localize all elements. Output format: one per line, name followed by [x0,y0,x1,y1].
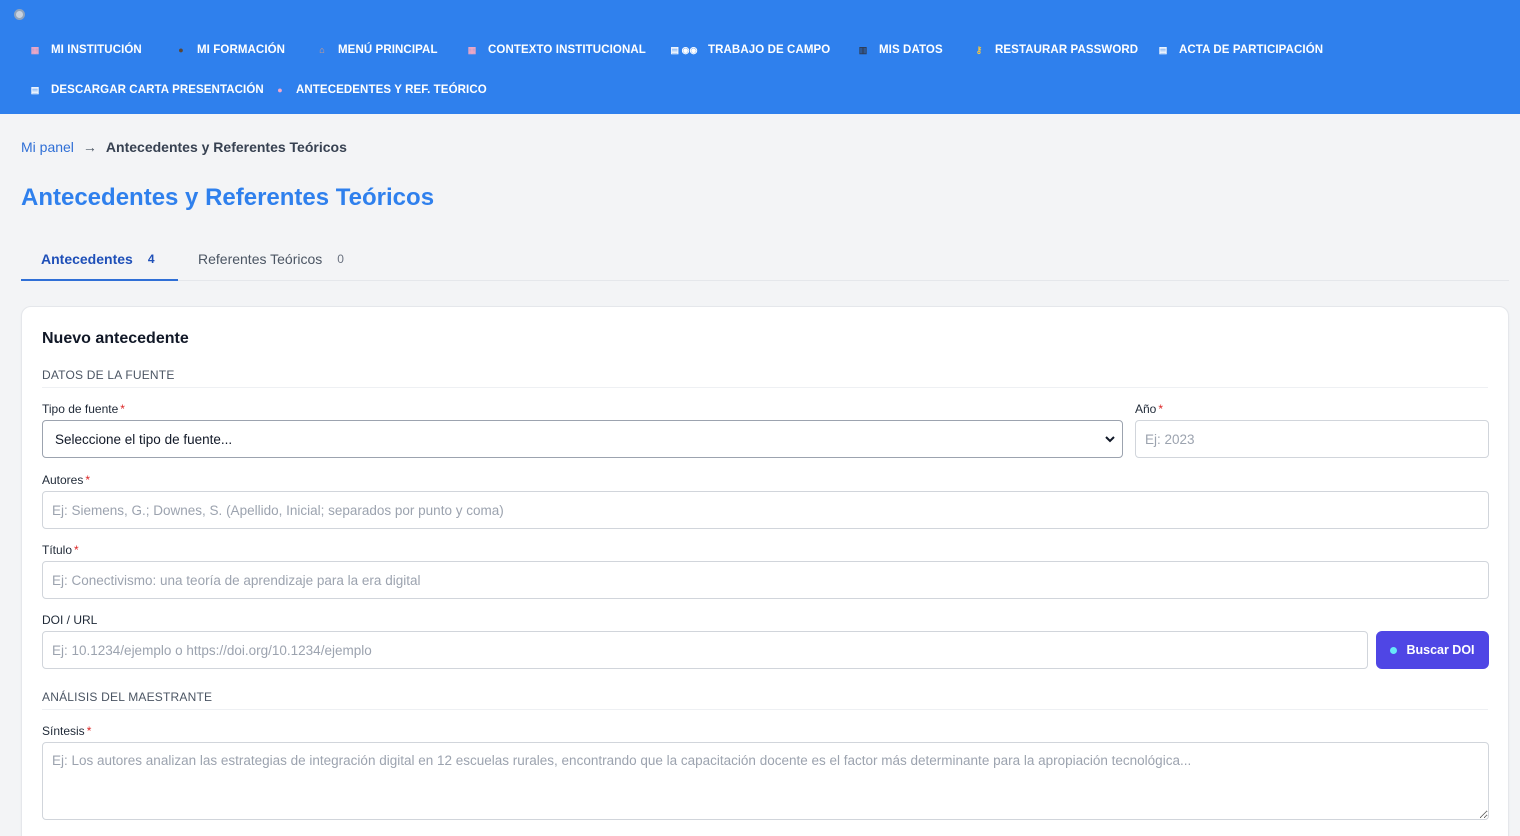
nav-item-label: ANTECEDENTES Y REF. TEÓRICO [296,84,487,96]
section-heading-analysis: ANÁLISIS DEL MAESTRANTE [42,690,1488,710]
required-mark: * [86,724,92,738]
nav-item-mi-institución[interactable]: ▦ MI INSTITUCIÓN [28,40,142,60]
building-icon: ▦ [30,44,40,55]
nav-item-label: CONTEXTO INSTITUCIONAL [488,44,646,56]
tipo-fuente-selected-value: Seleccione el tipo de fuente... [55,431,233,447]
anio-label-text: Año [1135,402,1157,416]
sintesis-textarea[interactable] [42,742,1489,820]
nav-item-label: DESCARGAR CARTA PRESENTACIÓN [51,84,264,96]
top-navbar: ▦ MI INSTITUCIÓN ● MI FORMACIÓN ⌂ MENÚ PRINCI… [0,0,1520,114]
tab-label: Antecedentes [41,250,133,267]
nav-item-trabajo-de-campo[interactable]: ▤ ◉◉ TRABAJO DE CAMPO [669,40,830,60]
app-logo-icon[interactable] [14,9,25,20]
doi-label: DOI / URL [42,613,98,627]
required-mark: * [85,473,91,487]
anio-input[interactable] [1135,420,1489,458]
buscar-doi-button[interactable]: Buscar DOI [1376,631,1489,669]
nav-item-label: RESTAURAR PASSWORD [995,44,1139,56]
breadcrumb-arrow-icon: → [82,139,97,155]
nav-item-mis-datos[interactable]: ▥ MIS DATOS [856,40,943,60]
doi-input[interactable] [42,631,1368,669]
nav-item-acta-de-participación[interactable]: ▤ ACTA DE PARTICIPACIÓN [1156,40,1323,60]
breadcrumb-current: Antecedentes y Referentes Teóricos [105,139,347,155]
nav-item-label: MENÚ PRINCIPAL [338,44,438,56]
tipo-fuente-label-text: Tipo de fuente [42,402,119,416]
nav-item-label: ACTA DE PARTICIPACIÓN [1179,44,1324,56]
tab-referentes-teoricos[interactable]: Referentes Teóricos 0 [178,238,364,280]
titulo-label: Título * [42,543,79,557]
page-title: Antecedentes y Referentes Teóricos [21,184,435,211]
document-icon: ▤ [1158,44,1168,55]
brain-icon: ● [277,85,283,95]
sintesis-label: Síntesis * [42,724,91,738]
search-icon [1390,646,1398,654]
nav-item-descargar-carta-presentación[interactable]: ▤ DESCARGAR CARTA PRESENTACIÓN [28,80,264,100]
chevron-down-icon [1104,433,1116,448]
form-title: Nuevo antecedente [42,330,189,347]
titulo-input[interactable] [42,561,1489,599]
sintesis-label-text: Síntesis [42,724,85,738]
breadcrumb-link-mi-panel[interactable]: Mi panel [21,139,74,155]
nav-item-antecedentes-y-ref-teórico[interactable]: ● ANTECEDENTES Y REF. TEÓRICO [273,80,487,100]
nav-item-label: TRABAJO DE CAMPO [708,44,831,56]
autores-label: Autores * [42,473,90,487]
building-icon: ▦ [467,44,477,55]
nav-item-label: MIS DATOS [879,44,943,56]
nav-item-menú-principal[interactable]: ⌂ MENÚ PRINCIPAL [315,40,438,60]
nav-item-label: MI INSTITUCIÓN [51,44,142,56]
tab-antecedentes[interactable]: Antecedentes 4 [21,238,178,281]
required-mark: * [120,402,125,416]
tab-count-badge: 4 [147,251,155,266]
anio-label: Año * [1135,402,1163,416]
autores-input[interactable] [42,491,1489,529]
breadcrumb: Mi panel → Antecedentes y Referentes Teó… [21,139,347,155]
tipo-fuente-label: Tipo de fuente * [42,402,125,416]
autores-label-text: Autores [42,473,84,487]
tipo-fuente-select[interactable]: Seleccione el tipo de fuente... [42,420,1123,458]
tab-label: Referentes Teóricos [198,251,323,267]
buscar-doi-label: Buscar DOI [1406,643,1475,657]
tab-count-badge: 0 [337,252,344,266]
nav-item-restaurar-password[interactable]: ⚷ RESTAURAR PASSWORD [972,40,1138,60]
titulo-label-text: Título [42,543,73,557]
database-icon: ▥ [858,44,868,55]
tab-bar: Antecedentes 4 Referentes Teóricos 0 [21,238,1509,281]
nav-item-mi-formación[interactable]: ● MI FORMACIÓN [174,40,285,60]
graduate-icon: ● [178,45,184,55]
key-icon: ⚷ [975,44,983,55]
clipboard-eyes-icon: ▤ ◉◉ [670,44,698,55]
new-antecedent-form-card: Nuevo antecedente DATOS DE LA FUENTE Tip… [21,306,1509,836]
required-mark: * [1158,402,1164,416]
nav-item-label: MI FORMACIÓN [197,44,286,56]
receipt-icon: ▤ [30,84,40,95]
nav-item-contexto-institucional[interactable]: ▦ CONTEXTO INSTITUCIONAL [465,40,646,60]
required-mark: * [74,543,79,557]
house-icon: ⌂ [319,45,325,55]
section-heading-source: DATOS DE LA FUENTE [42,368,1488,388]
